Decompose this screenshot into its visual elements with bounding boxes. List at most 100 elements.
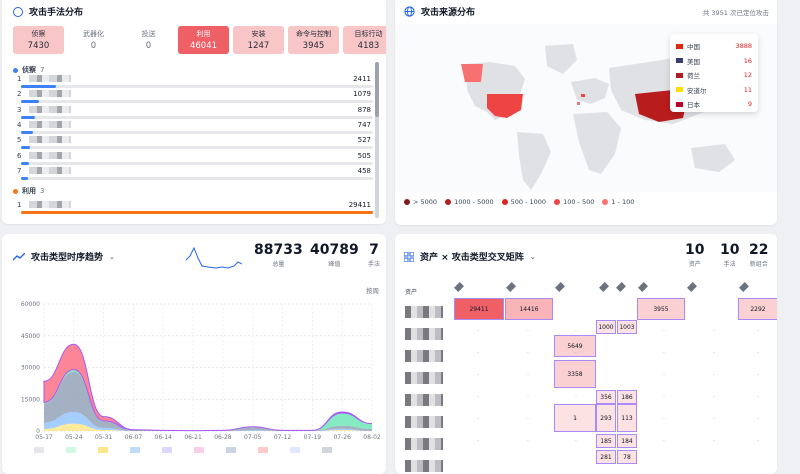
tactic-row[interactable]: 6 505 bbox=[17, 151, 373, 167]
matrix-col-header[interactable] bbox=[454, 282, 464, 292]
tactic-weaponization[interactable]: 武器化 0 bbox=[68, 26, 119, 54]
matrix-empty-cell[interactable]: · bbox=[757, 438, 759, 445]
australia-region[interactable] bbox=[691, 144, 735, 172]
matrix-empty-cell[interactable]: · bbox=[663, 328, 665, 335]
tactic-exploitation[interactable]: 利用 46041 bbox=[178, 26, 229, 54]
matrix-empty-cell[interactable]: · bbox=[527, 328, 529, 335]
matrix-cell[interactable]: 356 bbox=[596, 390, 616, 404]
matrix-row-label[interactable] bbox=[405, 372, 443, 384]
matrix-empty-cell[interactable]: · bbox=[527, 350, 529, 357]
matrix-cell[interactable]: 29411 bbox=[454, 298, 504, 320]
tactic-actions-on-objectives[interactable]: 目标行动 4183 bbox=[343, 26, 386, 54]
tactics-scrollbar[interactable] bbox=[375, 62, 379, 218]
matrix-empty-cell[interactable]: · bbox=[575, 372, 577, 379]
matrix-cell[interactable]: 2292 bbox=[738, 298, 777, 320]
matrix-empty-cell[interactable]: · bbox=[663, 372, 665, 379]
matrix-empty-cell[interactable]: · bbox=[713, 416, 715, 423]
matrix-empty-cell[interactable]: · bbox=[757, 416, 759, 423]
andorra-region[interactable] bbox=[577, 102, 580, 105]
alaska-region[interactable] bbox=[461, 64, 483, 82]
matrix-row-label[interactable] bbox=[405, 416, 443, 428]
tactic-recon[interactable]: 侦察 7430 bbox=[13, 26, 64, 54]
matrix-empty-cell[interactable]: · bbox=[527, 416, 529, 423]
matrix-empty-cell[interactable]: · bbox=[527, 372, 529, 379]
tactic-installation[interactable]: 安装 1247 bbox=[233, 26, 284, 54]
matrix-col-header[interactable] bbox=[739, 282, 749, 292]
matrix-empty-cell[interactable]: · bbox=[663, 350, 665, 357]
matrix-empty-cell[interactable]: · bbox=[575, 328, 577, 335]
africa-region[interactable] bbox=[573, 112, 621, 174]
series-legend-swatch[interactable] bbox=[66, 447, 76, 453]
matrix-empty-cell[interactable]: · bbox=[575, 438, 577, 445]
matrix-empty-cell[interactable]: · bbox=[477, 328, 479, 335]
matrix-row-label[interactable] bbox=[405, 460, 443, 472]
country-row[interactable]: 日本 9 bbox=[676, 97, 752, 112]
series-legend-swatch[interactable] bbox=[98, 447, 108, 453]
series-legend-swatch[interactable] bbox=[226, 447, 236, 453]
series-legend-swatch[interactable] bbox=[194, 447, 204, 453]
tactic-row[interactable]: 2 1079 bbox=[17, 90, 373, 105]
matrix-col-header[interactable] bbox=[555, 282, 565, 292]
legend-item[interactable]: 100 - 500 bbox=[554, 198, 594, 206]
country-row[interactable]: 安道尔 11 bbox=[676, 83, 752, 98]
matrix-cell[interactable]: 281 bbox=[596, 450, 616, 464]
matrix-col-header[interactable] bbox=[616, 282, 626, 292]
matrix-cell[interactable]: 293 bbox=[596, 404, 616, 432]
south-america-region[interactable] bbox=[517, 132, 551, 190]
country-row[interactable]: 中国 3888 bbox=[676, 39, 752, 54]
matrix-row-label[interactable] bbox=[405, 438, 443, 450]
matrix-empty-cell[interactable]: · bbox=[757, 394, 759, 401]
tactic-row[interactable]: 1 29411 bbox=[17, 201, 373, 216]
matrix-cell[interactable]: 1003 bbox=[617, 320, 637, 334]
matrix-empty-cell[interactable]: · bbox=[477, 372, 479, 379]
matrix-col-header[interactable] bbox=[638, 282, 648, 292]
matrix-empty-cell[interactable]: · bbox=[713, 328, 715, 335]
matrix-cell[interactable]: 3955 bbox=[637, 298, 685, 320]
matrix-empty-cell[interactable]: · bbox=[575, 350, 577, 357]
europe-region[interactable] bbox=[571, 78, 609, 104]
matrix-empty-cell[interactable]: · bbox=[757, 372, 759, 379]
matrix-empty-cell[interactable]: · bbox=[575, 394, 577, 401]
series-legend-swatch[interactable] bbox=[34, 447, 44, 453]
series-legend-swatch[interactable] bbox=[162, 447, 172, 453]
matrix-empty-cell[interactable]: · bbox=[757, 328, 759, 335]
matrix-empty-cell[interactable]: · bbox=[477, 394, 479, 401]
series-legend-swatch[interactable] bbox=[130, 447, 140, 453]
matrix-empty-cell[interactable]: · bbox=[713, 394, 715, 401]
matrix-empty-cell[interactable]: · bbox=[477, 416, 479, 423]
matrix-row-label[interactable] bbox=[405, 328, 443, 340]
matrix-cell[interactable]: 14416 bbox=[505, 298, 553, 320]
tactic-row[interactable]: 5 527 bbox=[17, 136, 373, 151]
series-legend-swatch[interactable] bbox=[258, 447, 268, 453]
tactic-row[interactable]: 7 458 bbox=[17, 166, 373, 182]
matrix-cell[interactable]: 78 bbox=[617, 450, 637, 464]
legend-item[interactable]: 1 - 100 bbox=[602, 198, 634, 206]
matrix-empty-cell[interactable]: · bbox=[527, 438, 529, 445]
legend-item[interactable]: 1000 - 5000 bbox=[445, 198, 494, 206]
netherlands-region[interactable] bbox=[581, 94, 585, 97]
matrix-cell[interactable]: 1000 bbox=[596, 320, 616, 334]
matrix-col-header[interactable] bbox=[599, 282, 609, 292]
matrix-empty-cell[interactable]: · bbox=[663, 438, 665, 445]
greenland-region[interactable] bbox=[545, 44, 577, 74]
matrix-empty-cell[interactable]: · bbox=[713, 350, 715, 357]
legend-item[interactable]: > 5000 bbox=[404, 198, 437, 206]
timeline-chart[interactable]: 60000450003000015000005-17 05-24 05-31 06-0… bbox=[2, 234, 386, 474]
matrix-cell[interactable]: 113 bbox=[617, 404, 637, 432]
tactic-row[interactable]: 4 747 bbox=[17, 120, 373, 136]
matrix-empty-cell[interactable]: · bbox=[575, 416, 577, 423]
series-legend-swatch[interactable] bbox=[322, 447, 332, 453]
matrix-row-label[interactable] bbox=[405, 350, 443, 362]
tactic-row[interactable]: 3 878 bbox=[17, 105, 373, 121]
matrix-empty-cell[interactable]: · bbox=[527, 394, 529, 401]
matrix-cell[interactable]: 186 bbox=[617, 390, 637, 404]
matrix-empty-cell[interactable]: · bbox=[757, 350, 759, 357]
matrix-cell[interactable]: 184 bbox=[617, 434, 637, 448]
matrix-col-header[interactable] bbox=[687, 282, 697, 292]
matrix-row-label[interactable] bbox=[405, 394, 443, 406]
country-row[interactable]: 荷兰 12 bbox=[676, 68, 752, 83]
country-row[interactable]: 美国 16 bbox=[676, 54, 752, 69]
matrix-empty-cell[interactable]: · bbox=[477, 438, 479, 445]
matrix-empty-cell[interactable]: · bbox=[663, 416, 665, 423]
legend-item[interactable]: 500 - 1000 bbox=[501, 198, 546, 206]
